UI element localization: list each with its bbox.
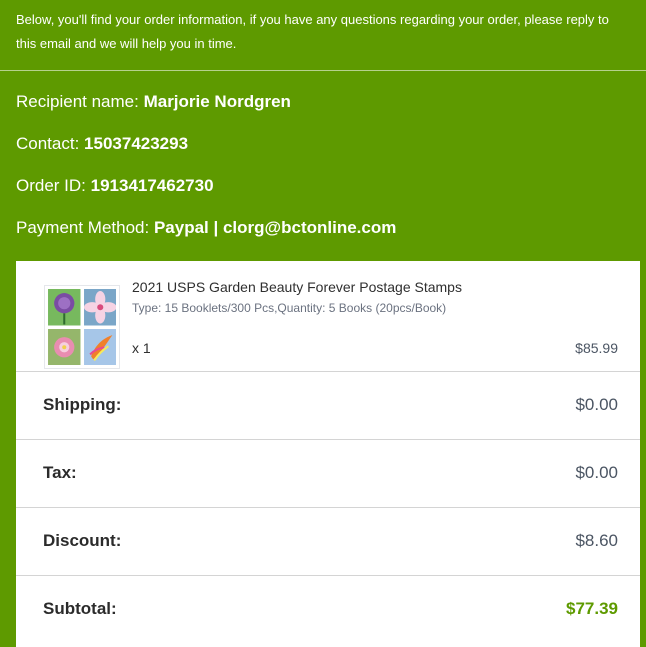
tax-label: Tax: (43, 463, 77, 482)
subtotal-label: Subtotal: (43, 599, 117, 618)
payment-value: Paypal | clorg@bctonline.com (153, 218, 397, 237)
order-id-value: 1913417462730 (90, 176, 214, 195)
payment-label: Payment Method: (16, 218, 154, 237)
product-title[interactable]: 2021 USPS Garden Beauty Forever Postage … (132, 279, 462, 295)
contact-value: 15037423293 (84, 134, 189, 153)
subtotal-value: $77.39 (566, 599, 618, 618)
subtotal-row: Subtotal: $77.39 (16, 576, 640, 644)
discount-row: Discount: $8.60 (16, 508, 640, 576)
intro-text: Below, you'll find your order informatio… (16, 12, 609, 51)
product-variant: Type: 15 Booklets/300 Pcs,Quantity: 5 Bo… (132, 301, 447, 315)
recipient-label: Recipient name: (16, 92, 144, 111)
order-id-label: Order ID: (16, 176, 91, 195)
shipping-row: Shipping: $0.00 (16, 372, 640, 440)
stamp-tile-rose (48, 328, 81, 365)
shipping-value: $0.00 (575, 395, 618, 414)
shipping-label: Shipping: (43, 395, 122, 414)
stamp-tile-lily (83, 328, 117, 365)
tax-row: Tax: $0.00 (16, 440, 640, 508)
recipient-line: Recipient name: Marjorie Nordgren (16, 92, 291, 112)
order-id-line: Order ID: 1913417462730 (16, 176, 214, 196)
payment-method-line: Payment Method: Paypal | clorg@bctonline… (16, 218, 396, 238)
stamp-thumbnail-icon (44, 285, 120, 369)
section-divider (0, 70, 646, 71)
recipient-value: Marjorie Nordgren (143, 92, 291, 111)
order-email-page: Below, you'll find your order informatio… (0, 0, 646, 647)
discount-value: $8.60 (575, 531, 618, 550)
tax-value: $0.00 (575, 463, 618, 482)
product-row: 2021 USPS Garden Beauty Forever Postage … (16, 261, 640, 372)
contact-label: Contact: (16, 134, 85, 153)
discount-label: Discount: (43, 531, 122, 550)
stamp-tile-allium (48, 289, 81, 326)
product-quantity: x 1 (132, 340, 151, 356)
stamp-tile-dogwood (83, 289, 117, 326)
product-price: $85.99 (575, 340, 618, 356)
contact-line: Contact: 15037423293 (16, 134, 188, 154)
order-summary-card: 2021 USPS Garden Beauty Forever Postage … (16, 261, 640, 647)
